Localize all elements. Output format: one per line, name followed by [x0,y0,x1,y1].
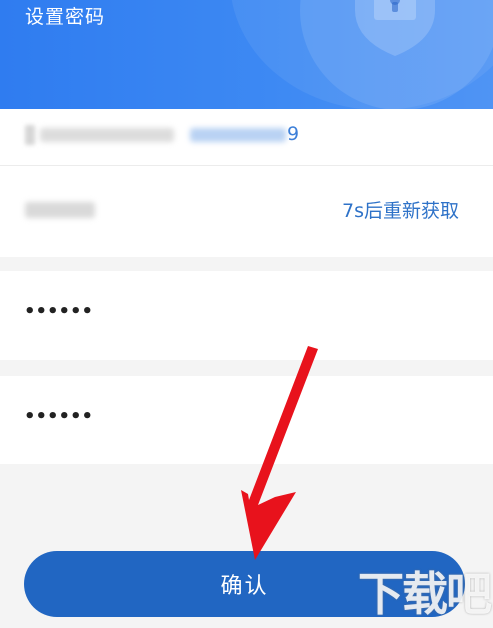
verification-code-blurred[interactable] [25,202,95,218]
verification-code-row[interactable]: 7s后重新获取 [0,166,493,257]
header: 设置密码 [0,0,493,109]
password-field[interactable]: •••••• [0,271,493,360]
set-password-screen: 设置密码 9 7s后重新获取 •••••• •••••• 确认 下载吧 [0,0,493,628]
watermark-logo: 下载吧 [358,567,492,621]
page-title: 设置密码 [25,6,106,28]
phone-number-tail: 9 [287,123,300,145]
confirm-password-field[interactable]: •••••• [0,376,493,464]
phone-number-blurred [190,128,286,142]
shield-lock-icon [355,0,435,56]
phone-label-blurred [25,125,35,145]
confirm-password-value[interactable]: •••••• [24,406,93,427]
phone-row: 9 [0,109,493,166]
password-value[interactable]: •••••• [24,301,93,322]
resend-code-button[interactable]: 7s后重新获取 [342,196,459,223]
phone-hint-blurred [40,128,174,142]
